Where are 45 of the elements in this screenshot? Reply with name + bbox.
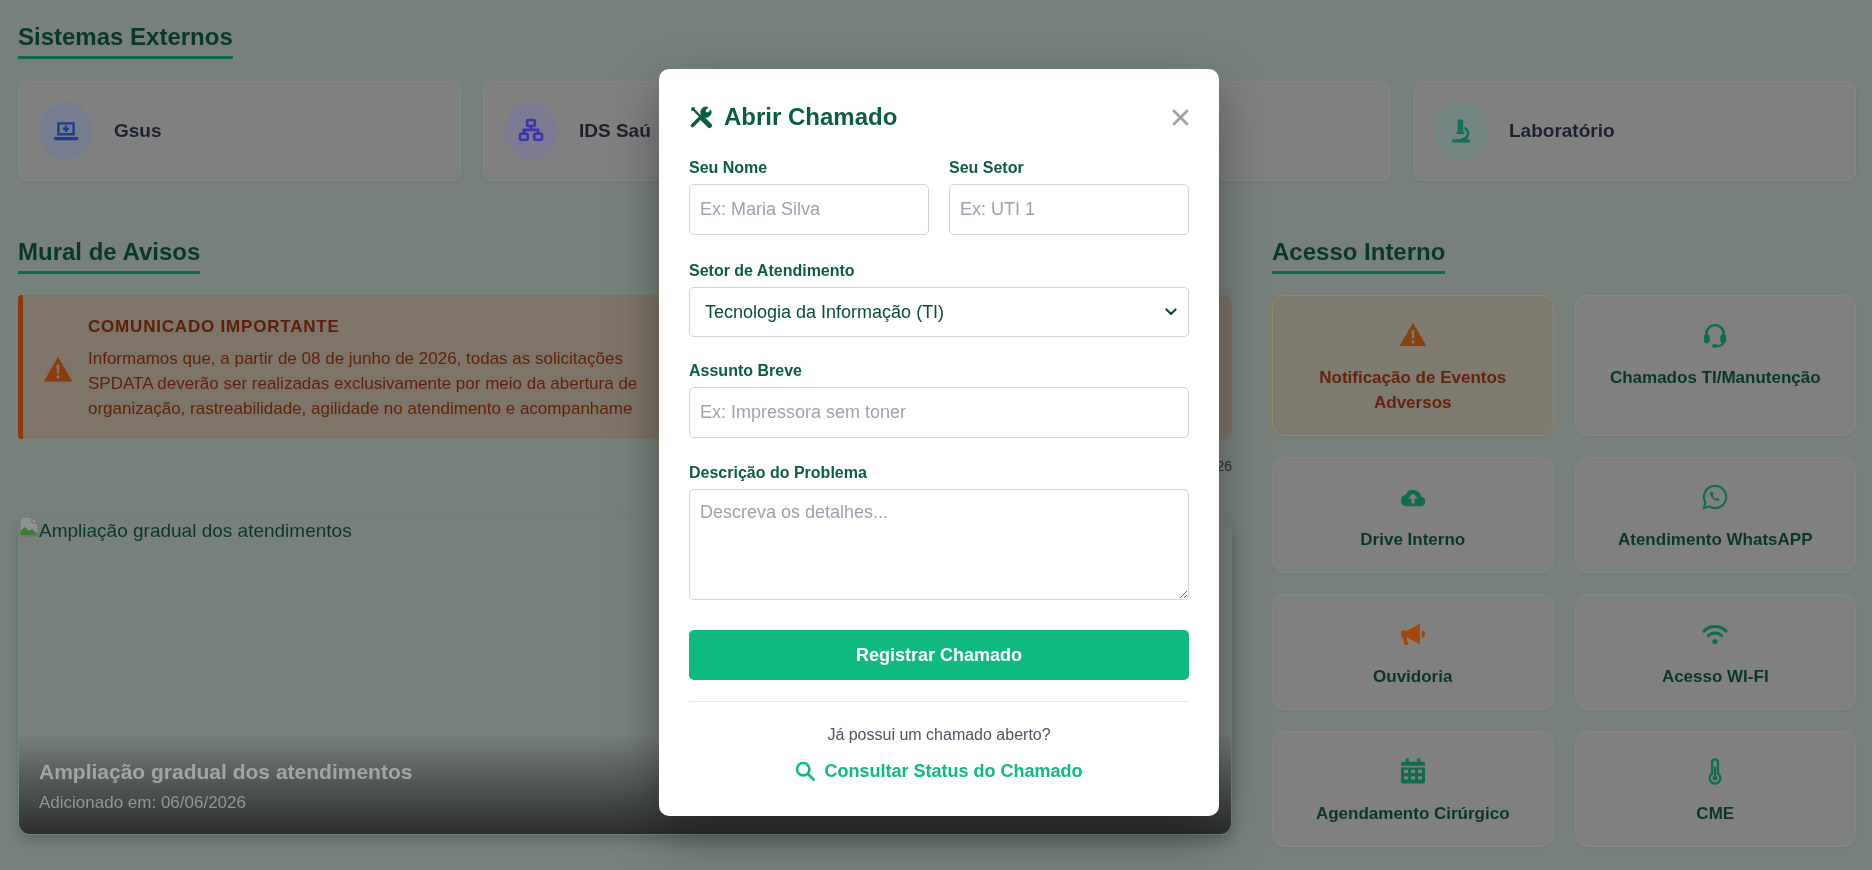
system-card[interactable]: Gsus: [18, 81, 461, 181]
news-date: Adicionado em: 06/06/2026: [39, 792, 246, 814]
system-name: IDS Saú: [579, 119, 651, 143]
network-icon: [504, 102, 558, 160]
close-icon: [1172, 108, 1189, 126]
laptop-plus-icon: [39, 102, 93, 160]
text-area[interactable]: Descreva os detalhes...: [689, 489, 1189, 600]
access-tile[interactable]: CME: [1574, 731, 1856, 847]
access-tile[interactable]: Drive Interno: [1272, 457, 1554, 573]
section-heading: Mural de Avisos: [18, 237, 201, 274]
dropdown-select[interactable]: Tecnologia da Informação (TI): [689, 287, 1189, 337]
broken-image-icon: [19, 516, 39, 537]
field-label: Seu Nome: [689, 158, 769, 178]
access-tile[interactable]: Ouvidoria: [1272, 594, 1554, 710]
access-tile[interactable]: Chamados TI/Manutenção: [1574, 295, 1856, 436]
tools-icon: [689, 105, 713, 129]
system-name: Gsus: [114, 119, 162, 143]
close-button[interactable]: [1172, 108, 1189, 126]
register-button[interactable]: Registrar Chamado: [689, 630, 1189, 680]
image-alt-text: Ampliação gradual dos atendimentos: [39, 519, 352, 543]
status-link[interactable]: Consultar Status do Chamado: [795, 758, 1083, 784]
warning-icon: [43, 355, 73, 382]
system-card[interactable]: Laboratório: [1413, 81, 1856, 181]
access-tile[interactable]: Notificação de Eventos Adversos: [1272, 295, 1554, 436]
notice-title: COMUNICADO IMPORTANTE: [88, 316, 341, 338]
field-label: Assunto Breve: [689, 361, 803, 381]
footer-question: Já possui um chamado aberto?: [826, 725, 1052, 745]
news-title: Ampliação gradual dos atendimentos: [39, 759, 413, 785]
search-icon: [795, 761, 816, 781]
text-field[interactable]: Ex: UTI 1: [949, 184, 1189, 235]
modal-title: Abrir Chamado: [724, 102, 899, 132]
chevron-down-icon: [1165, 308, 1177, 316]
access-tile[interactable]: Acesso WI-FI: [1574, 594, 1856, 710]
access-tile[interactable]: Agendamento Cirúrgico: [1272, 731, 1554, 847]
section-heading: Sistemas Externos: [18, 22, 233, 59]
field-label: Descrição do Problema: [689, 463, 868, 483]
access-tile[interactable]: Atendimento WhatsAPP: [1574, 457, 1856, 573]
field-label: Setor de Atendimento: [689, 261, 856, 281]
text-field[interactable]: Ex: Maria Silva: [689, 184, 929, 235]
notice-text: Informamos que, a partir de 08 de junho de 2026, todas as solicitações SPDATA deverão ser realizadas exclusivamente por meio da abertura de organização, rastreabilidade, agilidade no atendimento e acompanhame: [88, 348, 638, 420]
text-field[interactable]: Ex: Impressora sem toner: [689, 387, 1189, 438]
section-heading: Acesso Interno: [1272, 237, 1446, 274]
microscope-icon: [1434, 102, 1488, 160]
field-label: Seu Setor: [949, 158, 1025, 178]
system-name: Laboratório: [1509, 119, 1615, 143]
